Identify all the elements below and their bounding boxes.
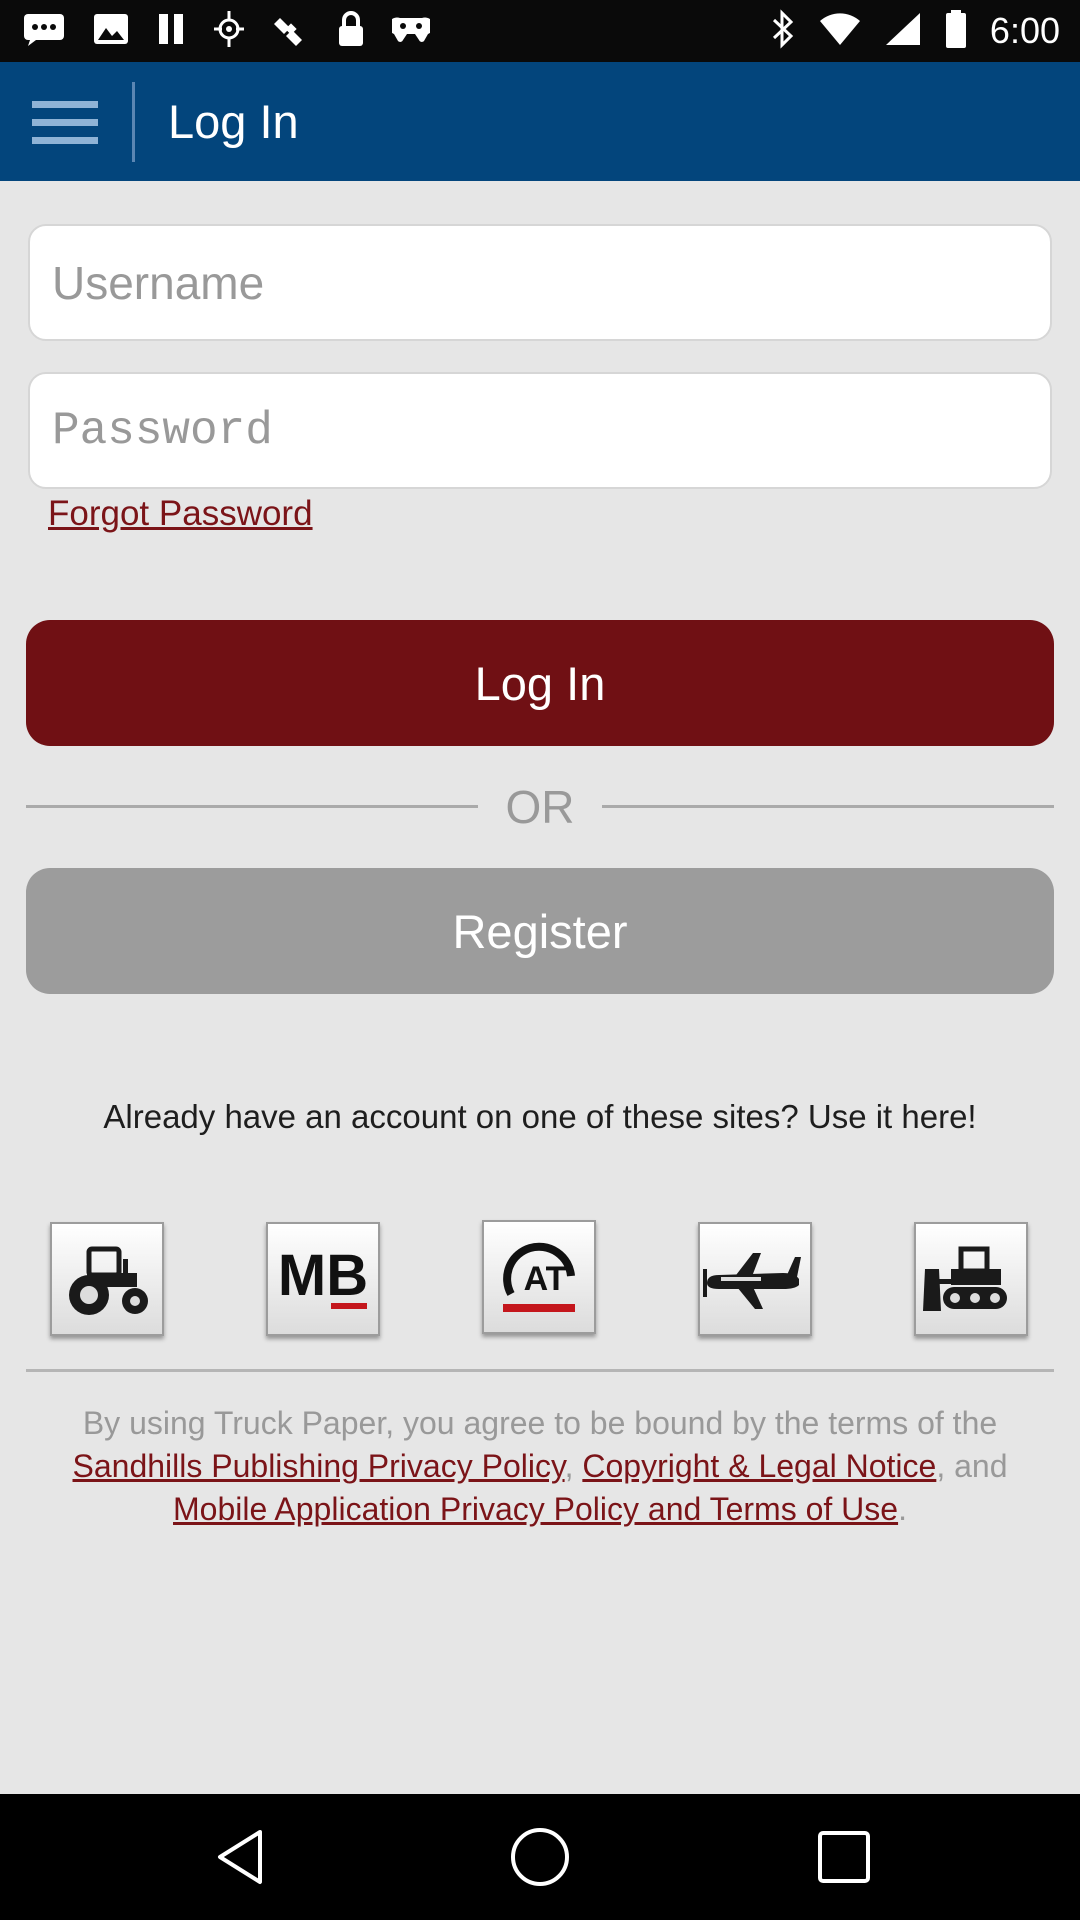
fake-gps-icon xyxy=(212,9,246,54)
terms-separator-1: , xyxy=(564,1448,583,1484)
section-divider xyxy=(26,1369,1054,1372)
at-logo-icon[interactable]: AT xyxy=(482,1220,596,1334)
terms-text: By using Truck Paper, you agree to be bo… xyxy=(50,1402,1030,1531)
copyright-legal-link[interactable]: Copyright & Legal Notice xyxy=(582,1448,936,1484)
mb-logo-icon[interactable]: MB xyxy=(266,1222,380,1336)
status-bar-system: 6:00 xyxy=(770,8,1060,54)
signal-icon xyxy=(884,11,922,52)
back-icon[interactable] xyxy=(200,1822,280,1892)
divider-line-right xyxy=(602,805,1054,808)
bulldozer-icon[interactable] xyxy=(914,1222,1028,1336)
password-input[interactable] xyxy=(28,372,1052,489)
other-sites-prompt: Already have an account on one of these … xyxy=(103,1098,977,1135)
airplane-icon[interactable] xyxy=(698,1222,812,1336)
clock: 6:00 xyxy=(989,10,1060,51)
forgot-password-link[interactable]: Forgot Password xyxy=(48,494,313,534)
terms-prefix: By using Truck Paper, you agree to be bo… xyxy=(82,1405,998,1441)
mb-logo-text: MB xyxy=(278,1243,368,1308)
terms-suffix: . xyxy=(898,1491,907,1527)
app-bar: Log In xyxy=(0,62,1080,181)
at-logo-text: AT xyxy=(524,1260,567,1298)
recent-apps-icon[interactable] xyxy=(804,1822,884,1892)
lock-icon xyxy=(336,10,366,53)
login-button[interactable]: Log In xyxy=(26,620,1054,746)
tractor-icon[interactable] xyxy=(50,1222,164,1336)
wifi-icon xyxy=(818,11,862,52)
image-icon xyxy=(92,12,130,51)
message-icon xyxy=(22,12,66,51)
status-bar: 6:00 xyxy=(0,0,1080,62)
register-button[interactable]: Register xyxy=(26,868,1054,994)
page-title: Log In xyxy=(168,95,299,148)
bluetooth-icon xyxy=(770,8,796,54)
status-bar-notifications xyxy=(22,9,434,54)
or-divider: OR xyxy=(26,776,1054,836)
battery-icon xyxy=(944,9,968,54)
hamburger-menu-icon[interactable] xyxy=(20,82,112,162)
terms-separator-2: , and xyxy=(936,1448,1008,1484)
game-controller-icon xyxy=(388,14,434,49)
mobile-privacy-terms-link[interactable]: Mobile Application Privacy Policy and Te… xyxy=(173,1491,898,1527)
home-icon[interactable] xyxy=(500,1822,580,1892)
privacy-policy-link[interactable]: Sandhills Publishing Privacy Policy xyxy=(73,1448,565,1484)
username-input[interactable] xyxy=(28,224,1052,341)
pause-icon xyxy=(156,12,186,51)
location-satellite-icon xyxy=(272,10,310,53)
navigation-bar xyxy=(0,1794,1080,1920)
app-bar-divider xyxy=(132,82,135,162)
